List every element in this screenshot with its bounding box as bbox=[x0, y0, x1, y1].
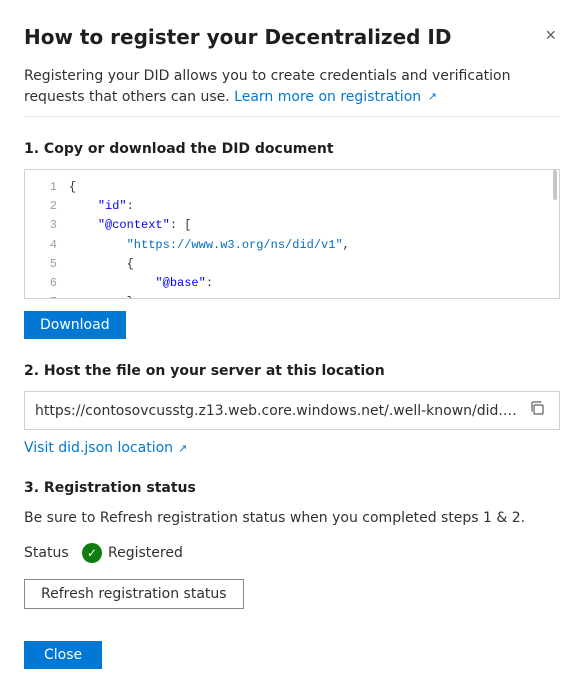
section2-title: 2. Host the file on your server at this … bbox=[24, 363, 560, 379]
download-button[interactable]: Download bbox=[24, 311, 126, 339]
section-host-file: 2. Host the file on your server at this … bbox=[24, 363, 560, 456]
description-text: Registering your DID allows you to creat… bbox=[24, 66, 560, 108]
code-content-3: "@context": [ bbox=[69, 216, 191, 235]
line-num-5: 5 bbox=[33, 255, 57, 274]
line-num-7: 7 bbox=[33, 293, 57, 298]
line-num-1: 1 bbox=[33, 178, 57, 197]
visit-did-link[interactable]: Visit did.json location ↗ bbox=[24, 440, 187, 456]
url-box: https://contosovcusstg.z13.web.core.wind… bbox=[24, 391, 560, 430]
code-line-3: 3 "@context": [ bbox=[25, 216, 559, 235]
external-link-icon-2: ↗ bbox=[178, 442, 187, 455]
code-line-5: 5 { bbox=[25, 255, 559, 274]
code-content-5: { bbox=[69, 255, 134, 274]
scrollbar bbox=[553, 170, 557, 298]
status-description: Be sure to Refresh registration status w… bbox=[24, 508, 560, 529]
line-num-3: 3 bbox=[33, 216, 57, 235]
code-content-6: "@base": bbox=[69, 274, 213, 293]
code-content-7: } bbox=[69, 293, 134, 298]
modal-container: How to register your Decentralized ID × … bbox=[0, 0, 584, 693]
code-content-4: "https://www.w3.org/ns/did/v1", bbox=[69, 236, 350, 255]
refresh-registration-button[interactable]: Refresh registration status bbox=[24, 579, 244, 609]
status-text: Registered bbox=[108, 545, 183, 561]
registered-check-icon bbox=[82, 543, 102, 563]
code-inner: 1 { 2 "id": 3 "@context": [ 4 "https://w… bbox=[25, 170, 559, 298]
section-registration-status: 3. Registration status Be sure to Refres… bbox=[24, 480, 560, 609]
code-line-2: 2 "id": bbox=[25, 197, 559, 216]
line-num-4: 4 bbox=[33, 236, 57, 255]
status-row: Status Registered bbox=[24, 543, 560, 563]
line-num-2: 2 bbox=[33, 197, 57, 216]
close-footer-button[interactable]: Close bbox=[24, 641, 102, 669]
code-line-7: 7 } bbox=[25, 293, 559, 298]
section3-title: 3. Registration status bbox=[24, 480, 560, 496]
line-num-6: 6 bbox=[33, 274, 57, 293]
status-value: Registered bbox=[82, 543, 183, 563]
modal-footer: Close bbox=[24, 633, 560, 669]
external-link-icon: ↗ bbox=[428, 90, 437, 103]
copy-url-button[interactable] bbox=[525, 398, 549, 423]
learn-more-link[interactable]: Learn more on registration ↗ bbox=[234, 89, 437, 105]
url-text: https://contosovcusstg.z13.web.core.wind… bbox=[35, 403, 517, 419]
status-label: Status bbox=[24, 545, 74, 561]
code-content-1: { bbox=[69, 178, 76, 197]
section1-title: 1. Copy or download the DID document bbox=[24, 141, 560, 157]
copy-icon bbox=[529, 400, 545, 416]
scrollbar-thumb bbox=[553, 170, 557, 200]
code-line-4: 4 "https://www.w3.org/ns/did/v1", bbox=[25, 236, 559, 255]
modal-header: How to register your Decentralized ID × bbox=[24, 24, 560, 50]
section-copy-download: 1. Copy or download the DID document 1 {… bbox=[24, 141, 560, 339]
code-content-2: "id": bbox=[69, 197, 134, 216]
did-document-code-block: 1 { 2 "id": 3 "@context": [ 4 "https://w… bbox=[24, 169, 560, 299]
code-line-6: 6 "@base": bbox=[25, 274, 559, 293]
modal-title: How to register your Decentralized ID bbox=[24, 24, 451, 50]
code-line-1: 1 { bbox=[25, 178, 559, 197]
close-icon-button[interactable]: × bbox=[541, 24, 560, 46]
divider-1 bbox=[24, 116, 560, 117]
